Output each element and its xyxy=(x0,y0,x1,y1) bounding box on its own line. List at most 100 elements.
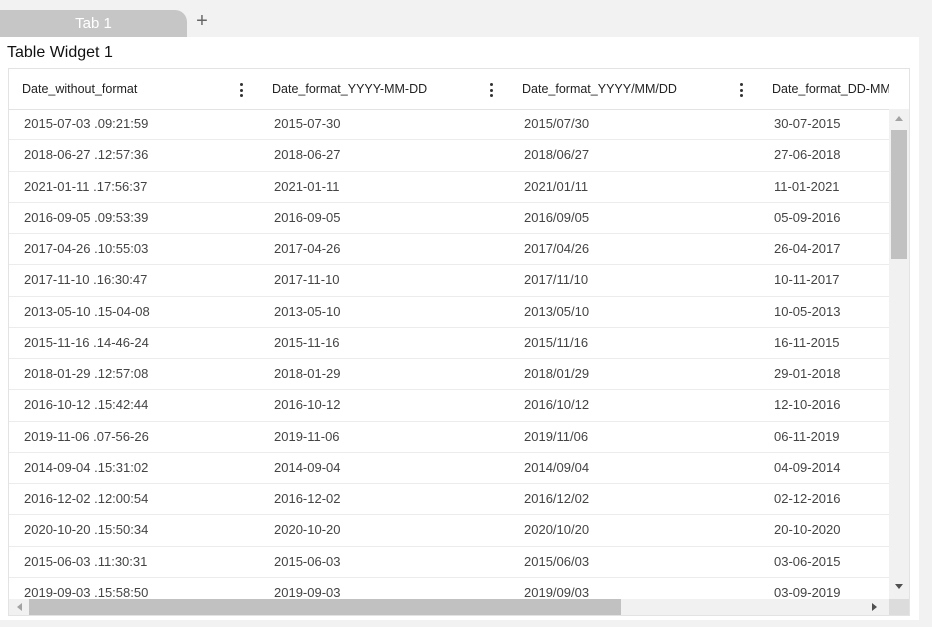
table-cell: 2018-06-27 xyxy=(274,147,341,163)
table-row[interactable]: 2020-10-20 .15:50:34 2020-10-20 2020/10/20… xyxy=(9,515,889,547)
table-cell: 2019/09/03 xyxy=(524,584,590,599)
plus-icon: + xyxy=(196,9,208,32)
table-cell: 2013/05/10 xyxy=(524,303,590,319)
table-cell: 2019/11/06 xyxy=(524,428,589,444)
table-cell: 2017-04-26 xyxy=(274,241,341,256)
table-row[interactable]: 2016-09-05 .09:53:39 2016-09-05 2016/09/05… xyxy=(9,203,889,234)
column-header-label: Date_format_YYYY/MM/DD xyxy=(522,82,677,96)
table-cell: 05-09-2016 xyxy=(774,209,841,225)
table-row[interactable]: 2015-11-16 .14-46-24 2015-11-16 2015/11/16… xyxy=(9,328,889,359)
table-body: 2015-07-03 .09:21:59 2015-07-30 2015/07/30… xyxy=(9,109,889,599)
table-cell: 11-01-2021 xyxy=(774,178,840,194)
table-cell: 2018-01-29 .12:57:08 xyxy=(24,366,149,381)
table-cell: 2015/11/16 xyxy=(524,334,589,350)
table-cell: 2016-09-05 .09:53:39 xyxy=(24,209,149,225)
table-row[interactable]: 2021-01-11 .17:56:37 2021-01-11 2021/01/11… xyxy=(9,172,889,203)
table-row[interactable]: 2015-06-03 .11:30:31 2015-06-03 2015/06/03… xyxy=(9,547,889,578)
horizontal-scroll-thumb[interactable] xyxy=(29,599,621,615)
table-cell: 2015/06/03 xyxy=(524,553,590,569)
vertical-scroll-thumb[interactable] xyxy=(891,130,907,259)
scrollbar-corner xyxy=(889,599,909,615)
table-cell: 2017-04-26 .10:55:03 xyxy=(24,241,149,256)
table-row[interactable]: 2016-12-02 .12:00:54 2016-12-02 2016/12/02… xyxy=(9,484,889,516)
table-row[interactable]: 2019-11-06 .07-56-26 2019-11-06 2019/11/06… xyxy=(9,422,889,453)
table-cell: 06-11-2019 xyxy=(774,428,840,444)
column-menu-icon[interactable] xyxy=(237,83,245,97)
column-menu-icon[interactable] xyxy=(737,83,745,97)
table-cell: 2020/10/20 xyxy=(524,522,590,538)
table-cell: 2014-09-04 xyxy=(274,459,341,475)
data-table: Date_without_format Date_format_YYYY-MM-… xyxy=(8,68,910,616)
table-cell: 2017-11-10 xyxy=(274,272,340,288)
right-gutter xyxy=(919,37,932,620)
table-cell: 2015/07/30 xyxy=(524,116,590,131)
table-cell: 2019-11-06 xyxy=(274,428,340,444)
tab-label: Tab 1 xyxy=(75,15,112,32)
table-cell: 02-12-2016 xyxy=(774,491,841,506)
table-cell: 27-06-2018 xyxy=(774,147,841,163)
table-cell: 2018/06/27 xyxy=(524,147,590,163)
table-cell: 2021/01/11 xyxy=(524,178,589,194)
table-cell: 29-01-2018 xyxy=(774,366,841,381)
table-cell: 26-04-2017 xyxy=(774,241,841,256)
scroll-left-arrow-icon[interactable] xyxy=(17,603,22,611)
column-header[interactable]: Date_format_YYYY/MM/DD xyxy=(509,69,759,109)
table-cell: 2016/09/05 xyxy=(524,209,590,225)
table-cell: 2015-06-03 xyxy=(274,553,341,569)
column-header[interactable]: Date_without_format xyxy=(9,69,259,109)
table-cell: 2017/11/10 xyxy=(524,272,589,288)
table-row[interactable]: 2018-01-29 .12:57:08 2018-01-29 2018/01/29… xyxy=(9,359,889,391)
column-header[interactable]: Date_format_DD-MM xyxy=(759,69,889,109)
table-row[interactable]: 2017-11-10 .16:30:47 2017-11-10 2017/11/10… xyxy=(9,265,889,297)
table-cell: 30-07-2015 xyxy=(774,116,841,131)
table-cell: 12-10-2016 xyxy=(774,397,841,413)
table-row[interactable]: 2016-10-12 .15:42:44 2016-10-12 2016/10/12… xyxy=(9,390,889,422)
column-header-label: Date_without_format xyxy=(22,82,138,96)
table-cell: 2021-01-11 .17:56:37 xyxy=(24,178,148,194)
table-cell: 2016-12-02 .12:00:54 xyxy=(24,491,149,506)
table-cell: 2013-05-10 .15-04-08 xyxy=(24,303,150,319)
table-cell: 2015-07-30 xyxy=(274,116,341,131)
table-cell: 2019-09-03 xyxy=(274,584,341,599)
table-row[interactable]: 2013-05-10 .15-04-08 2013-05-10 2013/05/10… xyxy=(9,297,889,328)
table-row[interactable]: 2015-07-03 .09:21:59 2015-07-30 2015/07/30… xyxy=(9,109,889,141)
vertical-scrollbar[interactable] xyxy=(889,109,909,599)
scroll-up-arrow-icon[interactable] xyxy=(895,116,903,121)
table-cell: 2019-11-06 .07-56-26 xyxy=(24,428,149,444)
column-menu-icon[interactable] xyxy=(487,83,495,97)
table-cell: 2018-01-29 xyxy=(274,366,341,381)
table-row[interactable]: 2018-06-27 .12:57:36 2018-06-27 2018/06/27… xyxy=(9,140,889,172)
table-row[interactable]: 2014-09-04 .15:31:02 2014-09-04 2014/09/04… xyxy=(9,453,889,484)
column-header[interactable]: Date_format_YYYY-MM-DD xyxy=(259,69,509,109)
table-cell: 2018/01/29 xyxy=(524,366,590,381)
scroll-down-arrow-icon[interactable] xyxy=(895,584,903,589)
horizontal-scrollbar[interactable] xyxy=(9,599,889,615)
column-header-label: Date_format_YYYY-MM-DD xyxy=(272,82,428,96)
widget-panel: Table Widget 1 Date_without_format Date_… xyxy=(0,37,919,620)
add-tab-button[interactable]: + xyxy=(193,10,211,32)
table-cell: 2019-09-03 .15:58:50 xyxy=(24,584,149,599)
table-cell: 2016-12-02 xyxy=(274,491,341,506)
bottom-strip xyxy=(0,620,932,627)
tab-1[interactable]: Tab 1 xyxy=(0,10,187,37)
table-cell: 2020-10-20 .15:50:34 xyxy=(24,522,149,538)
table-cell: 2015-11-16 .14-46-24 xyxy=(24,334,149,350)
table-cell: 2016/12/02 xyxy=(524,491,590,506)
table-cell: 2021-01-11 xyxy=(274,178,340,194)
table-cell: 2017-11-10 .16:30:47 xyxy=(24,272,148,288)
table-cell: 2014/09/04 xyxy=(524,459,590,475)
table-cell: 04-09-2014 xyxy=(774,459,841,475)
table-header: Date_without_format Date_format_YYYY-MM-… xyxy=(9,69,889,110)
table-row[interactable]: 2019-09-03 .15:58:50 2019-09-03 2019/09/03… xyxy=(9,578,889,599)
table-cell: 2015-06-03 .11:30:31 xyxy=(24,553,148,569)
table-cell: 2015-11-16 xyxy=(274,334,340,350)
column-header-label: Date_format_DD-MM xyxy=(772,82,889,96)
table-cell: 2016-09-05 xyxy=(274,209,341,225)
table-cell: 2013-05-10 xyxy=(274,303,341,319)
table-cell: 2016-10-12 .15:42:44 xyxy=(24,397,149,413)
table-cell: 2017/04/26 xyxy=(524,241,590,256)
table-cell: 2018-06-27 .12:57:36 xyxy=(24,147,149,163)
table-row[interactable]: 2017-04-26 .10:55:03 2017-04-26 2017/04/26… xyxy=(9,234,889,266)
widget-title: Table Widget 1 xyxy=(7,44,113,61)
scroll-right-arrow-icon[interactable] xyxy=(872,603,877,611)
